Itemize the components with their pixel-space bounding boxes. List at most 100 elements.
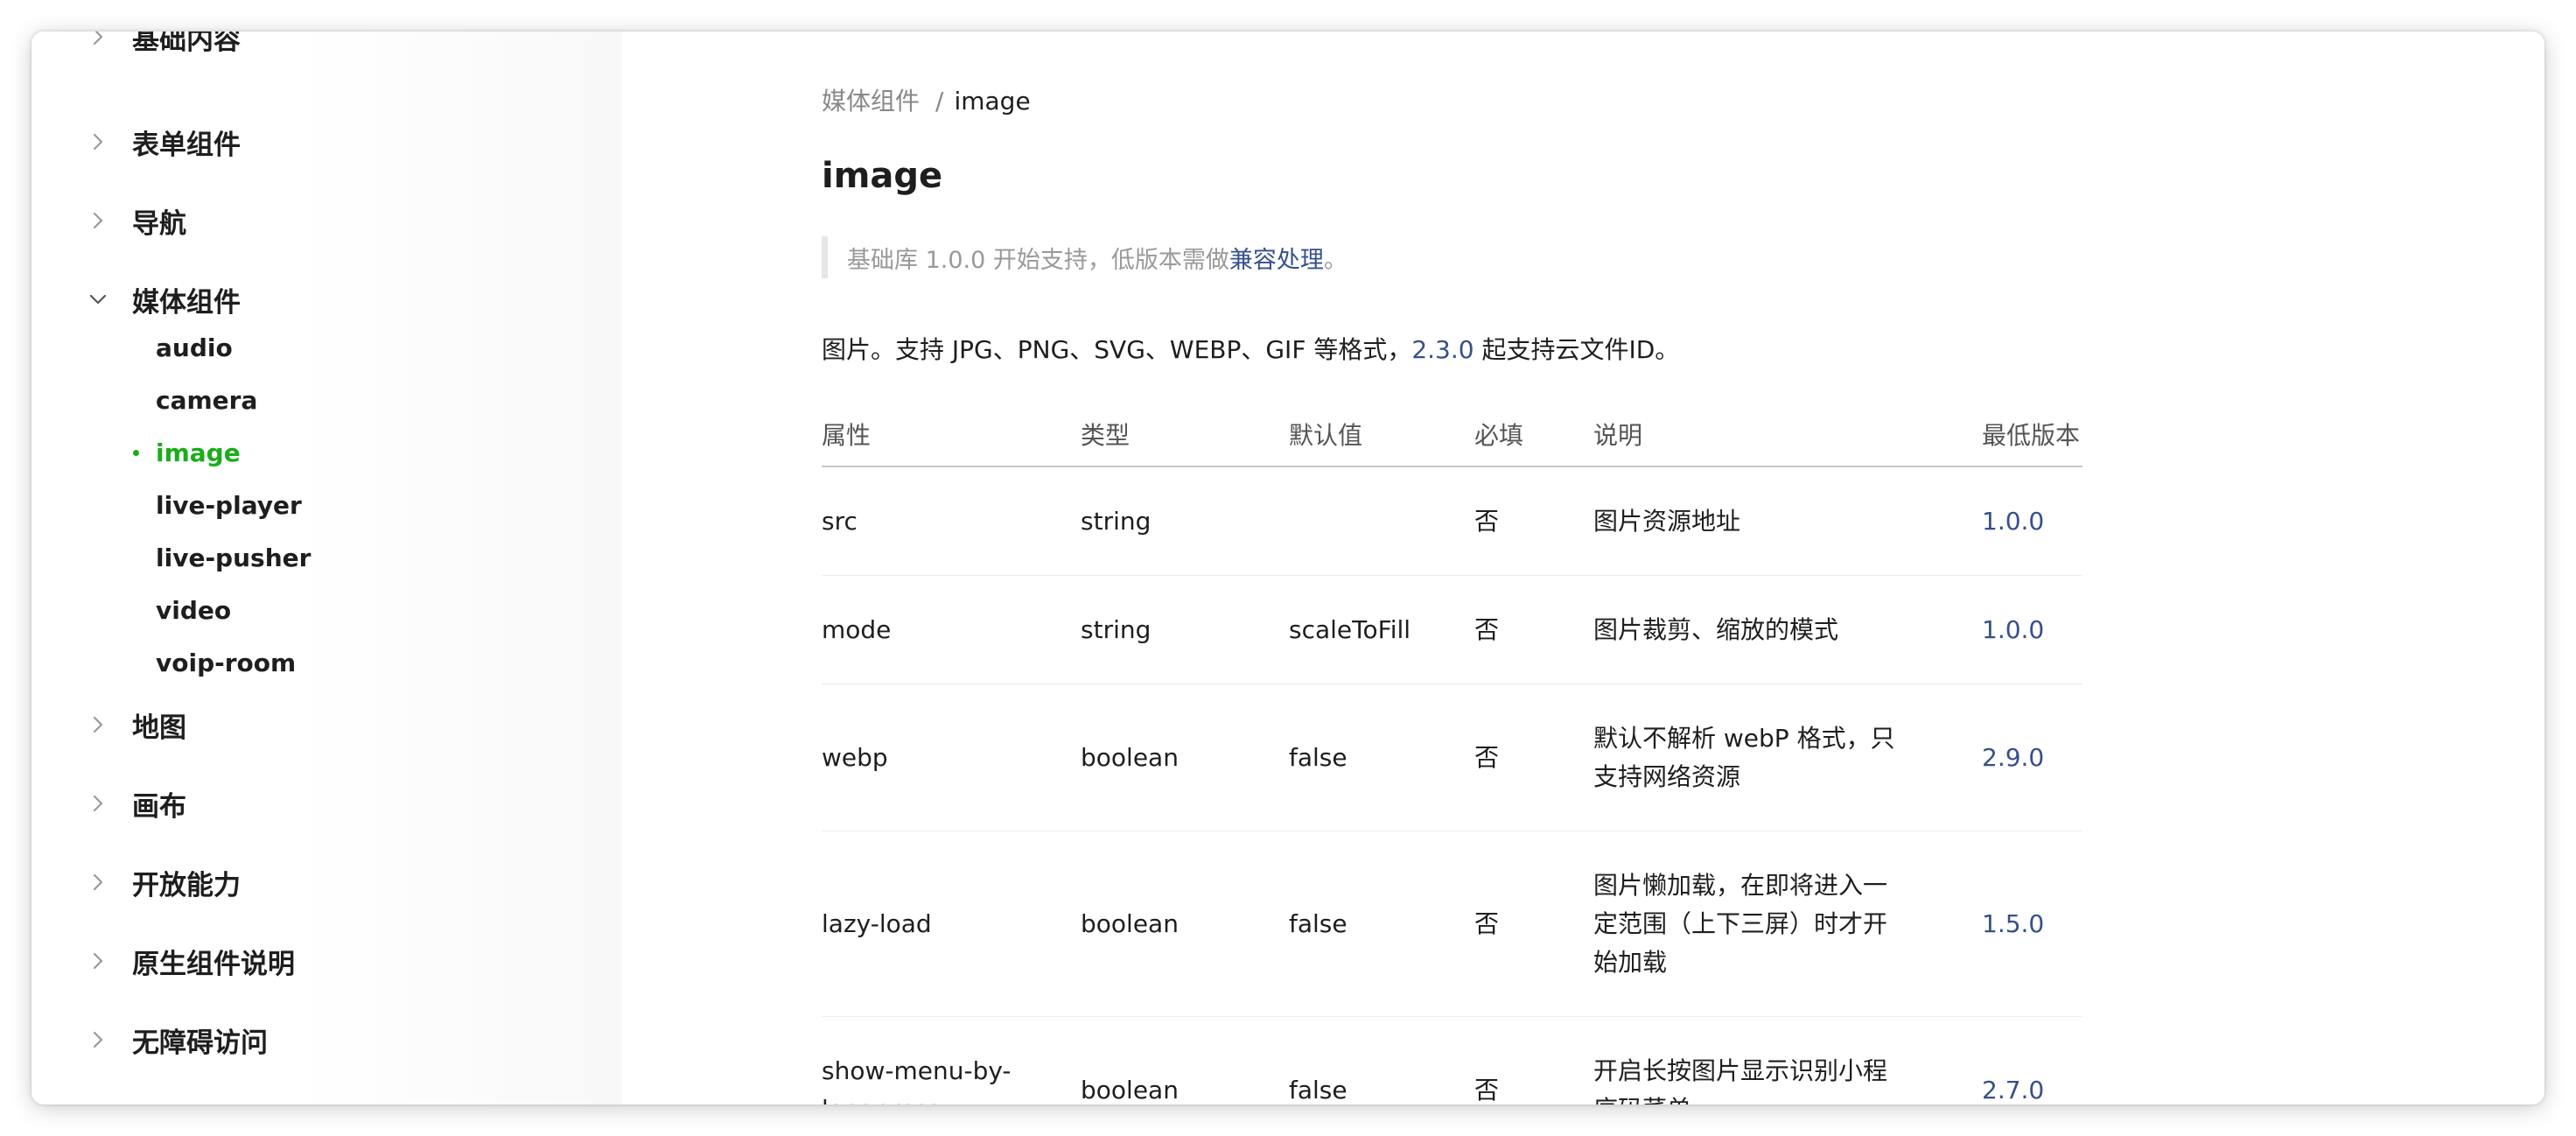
cell-attribute: mode [822,614,892,644]
sidebar-group-label: 地图 [132,712,186,744]
table-row: show-menu-by-longpress boolean false 否 开… [822,1017,2082,1105]
breadcrumb-separator: / [935,87,944,116]
cell-version-link[interactable]: 1.0.0 [1982,611,2044,649]
compat-handling-link[interactable]: 兼容处理 [1229,241,1324,275]
sidebar-item-live-pusher[interactable]: live-pusher [32,536,622,579]
cell-default: false [1289,742,1348,772]
column-header-type: 类型 [1081,421,1130,450]
breadcrumb-parent-link[interactable]: 媒体组件 [822,87,920,116]
version-link[interactable]: 2.3.0 [1411,335,1474,364]
cell-default: false [1289,908,1348,938]
notice-suffix: 。 [1323,246,1348,274]
cell-attribute: src [822,506,858,536]
chevron-right-icon [84,207,112,235]
column-header-attribute: 属性 [822,421,872,450]
column-header-description: 说明 [1593,421,1643,450]
cell-attribute: lazy-load [822,908,932,938]
sidebar-item-voip-room[interactable]: voip-room [32,641,622,684]
cell-type: boolean [1081,742,1179,772]
sidebar-item-label: live-player [156,490,302,520]
cell-required: 否 [1474,908,1500,938]
sidebar-group-canvas[interactable]: 画布 [32,777,622,830]
app-window: 基础内容 表单组件 导航 媒体组件 audio camera image liv… [32,32,2544,1104]
cell-required: 否 [1474,742,1500,772]
cell-required: 否 [1474,614,1500,644]
sidebar-item-label: audio [156,333,233,362]
component-description: 图片。支持 JPG、PNG、SVG、WEBP、GIF 等格式，2.3.0 起支持… [822,331,1679,366]
sidebar-item-camera[interactable]: camera [32,378,622,422]
sidebar-item-audio[interactable]: audio [32,326,622,369]
sidebar-group-open-capabilities[interactable]: 开放能力 [32,856,622,908]
column-header-required: 必填 [1474,421,1524,450]
sidebar-group-native-components[interactable]: 原生组件说明 [32,935,622,987]
sidebar-group-label: 基础内容 [132,32,241,56]
cell-required: 否 [1474,506,1500,536]
description-text: 图片。支持 JPG、PNG、SVG、WEBP、GIF 等格式， [822,335,1412,364]
table-row: mode string scaleToFill 否 图片裁剪、缩放的模式 1.0… [822,576,2082,684]
chevron-right-icon [84,32,112,51]
sidebar-group-navigation[interactable]: 导航 [32,194,622,247]
breadcrumb: 媒体组件 / image [822,82,1031,117]
notice-text: 基础库 1.0.0 开始支持，低版本需做 [847,246,1229,274]
sidebar-item-label: voip-room [156,648,297,677]
cell-version-link[interactable]: 2.9.0 [1982,739,2044,777]
breadcrumb-current: image [954,87,1031,116]
cell-attribute: webp [822,742,888,772]
sidebar-item-label: video [156,595,232,625]
active-indicator-dot [133,449,139,456]
sidebar-item-image[interactable]: image [32,431,622,474]
sidebar-group-label: 原生组件说明 [132,948,295,980]
sidebar: 基础内容 表单组件 导航 媒体组件 audio camera image liv… [32,32,622,1104]
cell-description: 图片懒加载，在即将进入一定范围（上下三屏）时才开始加载 [1593,870,1888,977]
properties-table: 属性 类型 默认值 必填 说明 最低版本 src string 否 图片资源地址… [822,397,2082,1104]
table-row: webp boolean false 否 默认不解析 webP 格式，只支持网络… [822,684,2082,831]
sidebar-group-label: 表单组件 [132,129,241,161]
sidebar-group-media-components[interactable]: 媒体组件 [32,273,622,326]
sidebar-item-label: live-pusher [156,543,312,572]
column-header-default: 默认值 [1289,421,1363,450]
description-suffix: 起支持云文件ID。 [1474,335,1680,364]
chevron-down-icon [84,285,112,313]
table-row: lazy-load boolean false 否 图片懒加载，在即将进入一定范… [822,831,2082,1017]
cell-required: 否 [1474,1075,1500,1104]
page-title: image [822,156,943,196]
sidebar-item-live-player[interactable]: live-player [32,483,622,527]
sidebar-group-label: 媒体组件 [132,286,241,319]
chevron-right-icon [84,789,112,817]
chevron-right-icon [84,868,112,896]
column-header-min-version: 最低版本 [1982,421,2081,450]
sidebar-group-basic-content[interactable]: 基础内容 [32,32,622,63]
table-row: src string 否 图片资源地址 1.0.0 [822,467,2082,576]
sidebar-item-label: image [156,438,241,467]
cell-default: false [1289,1075,1348,1104]
cell-type: string [1081,506,1152,536]
cell-version-link[interactable]: 1.5.0 [1982,905,2044,943]
cell-default: scaleToFill [1289,614,1411,644]
sidebar-group-accessibility[interactable]: 无障碍访问 [32,1013,622,1066]
sidebar-item-label: camera [156,385,258,415]
chevron-right-icon [84,947,112,975]
sidebar-group-form-components[interactable]: 表单组件 [32,116,622,168]
main-content: 媒体组件 / image image 基础库 1.0.0 开始支持，低版本需做 兼容处… [622,32,2544,1104]
sidebar-item-video[interactable]: video [32,588,622,632]
version-notice: 基础库 1.0.0 开始支持，低版本需做 兼容处理。 [822,236,1348,278]
cell-description: 默认不解析 webP 格式，只支持网络资源 [1593,723,1895,791]
sidebar-group-map[interactable]: 地图 [32,698,622,751]
cell-description: 图片资源地址 [1593,506,1741,536]
cell-description: 图片裁剪、缩放的模式 [1593,614,1839,644]
sidebar-group-label: 画布 [132,790,186,823]
sidebar-group-label: 导航 [132,207,186,240]
cell-type: boolean [1081,1075,1179,1104]
cell-description: 开启长按图片显示识别小程序码菜单 [1593,1055,1888,1105]
sidebar-group-label: 开放能力 [132,869,241,901]
cell-version-link[interactable]: 1.0.0 [1982,502,2044,541]
cell-type: boolean [1081,908,1179,938]
cell-attribute: show-menu-by-longpress [822,1055,1012,1105]
sidebar-group-label: 无障碍访问 [132,1027,268,1059]
table-header: 属性 类型 默认值 必填 说明 最低版本 [822,397,2082,467]
cell-type: string [1081,614,1152,644]
chevron-right-icon [84,1026,112,1054]
chevron-right-icon [84,711,112,739]
cell-version-link[interactable]: 2.7.0 [1982,1071,2044,1105]
chevron-right-icon [84,128,112,156]
